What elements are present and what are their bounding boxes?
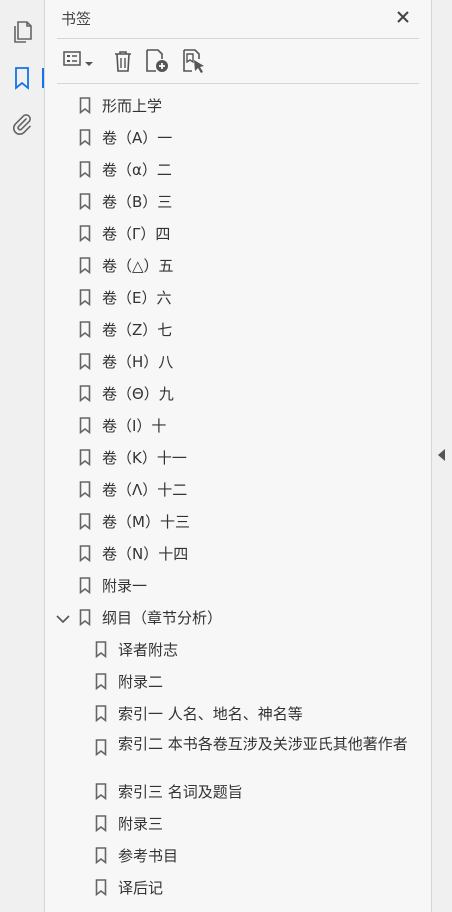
bookmark-panel-icon[interactable] [8,64,36,92]
bookmark-label: 卷（K）十一 [102,448,187,467]
bookmark-item[interactable]: 卷（A）一 [78,123,172,151]
child-bookmark-item[interactable]: 附录二 [94,667,163,695]
bookmark-label: 卷（α）二 [102,160,172,179]
bookmark-icon [94,704,108,722]
bookmark-label: 卷（N）十四 [102,544,189,563]
bookmark-tree: 形而上学卷（A）一卷（α）二卷（B）三卷（Γ）四卷（△）五卷（E）六卷（Z）七卷… [45,88,407,912]
bookmark-icon [78,320,92,338]
bookmark-icon [78,448,92,466]
divider [57,83,419,84]
bookmark-label: 索引三 名词及题旨 [118,782,243,801]
bookmark-item[interactable]: 卷（M）十三 [78,507,190,535]
active-indicator [42,68,44,88]
bookmark-label: 卷（I）十 [102,416,167,435]
child-bookmark-item[interactable]: 索引二 本书各卷互涉及关涉亚氏其他著作者 [94,733,407,777]
bookmark-icon [78,128,92,146]
bookmark-label: 卷（△）五 [102,256,174,275]
bookmark-label: 卷（B）三 [102,192,173,211]
panel-title: 书签 [61,10,92,28]
bookmark-icon [78,576,92,594]
bookmark-icon [78,544,92,562]
bookmark-item[interactable]: 卷（Λ）十二 [78,475,187,503]
bookmark-item[interactable]: 卷（K）十一 [78,443,187,471]
bookmark-label: 参考书目 [118,846,179,865]
bookmark-icon [94,814,108,832]
navigation-rail [0,0,45,912]
bookmark-label: 形而上学 [102,96,163,115]
divider [57,38,419,39]
bookmark-label: 卷（E）六 [102,288,172,307]
bookmark-label: 卷（M）十三 [102,512,190,531]
bookmarks-panel: 书签 形而上学 卷（A）一 卷（α）二 卷（B）三 卷（Γ）四 卷（△）五 卷（… [45,0,431,912]
bookmark-item[interactable]: 卷（H）八 [78,347,173,375]
bookmark-icon [94,672,108,690]
options-list-icon [63,50,85,72]
bookmark-item[interactable]: 卷（N）十四 [78,539,188,567]
bookmark-item[interactable]: 纲目（章节分析） [78,603,222,631]
bookmark-label: 卷（Z）七 [102,320,173,339]
bookmark-label: 索引二 本书各卷互涉及关涉亚氏其他著作者 [118,735,407,753]
bookmark-icon [78,160,92,178]
bookmark-item[interactable]: 卷（Z）七 [78,315,172,343]
bookmark-icon [94,738,108,756]
child-bookmark-item[interactable]: 索引三 名词及题旨 [94,777,243,805]
bookmark-icon [78,384,92,402]
bookmark-icon [94,846,108,864]
chevron-down-icon [85,52,93,71]
bookmark-label: 附录三 [118,814,164,833]
bookmark-icon [94,878,108,896]
collapse-panel-arrow-icon[interactable] [436,447,448,463]
panel-header: 书签 [45,0,431,38]
bookmark-icon [78,416,92,434]
bookmark-icon [78,192,92,210]
bookmark-item[interactable]: 卷（E）六 [78,283,171,311]
bookmark-label: 译后记 [118,878,164,897]
close-icon[interactable] [393,7,413,27]
bookmark-item[interactable]: 卷（B）三 [78,187,172,215]
bookmark-item[interactable]: 卷（Θ）九 [78,379,174,407]
pages-icon[interactable] [8,18,36,46]
collapse-chevron-icon[interactable] [55,611,71,627]
new-bookmark-icon[interactable] [144,48,170,74]
bookmark-icon [78,256,92,274]
bookmark-icon [78,512,92,530]
bookmark-item[interactable]: 形而上学 [78,91,162,119]
bookmark-label: 卷（Γ）四 [102,224,171,243]
bookmark-label: 卷（Λ）十二 [102,480,188,499]
panel-collapse-strip [431,0,452,912]
bookmark-label: 索引一 人名、地名、神名等 [118,704,303,723]
child-bookmark-item[interactable]: 索引一 人名、地名、神名等 [94,699,303,727]
bookmark-item[interactable]: 卷（I）十 [78,411,166,439]
child-bookmark-item[interactable]: 附录三 [94,809,163,837]
bookmark-item[interactable]: 卷（△）五 [78,251,174,279]
delete-icon[interactable] [111,48,135,74]
bookmark-label: 译者附志 [118,640,179,659]
bookmark-from-selection-icon[interactable] [181,48,207,74]
bookmark-icon [78,480,92,498]
bookmark-icon [78,224,92,242]
bookmark-icon [78,288,92,306]
bookmark-label: 附录二 [118,672,164,691]
options-list-button[interactable] [59,48,97,74]
bookmark-item[interactable]: 附录一 [78,571,147,599]
bookmark-icon [78,608,92,626]
bookmark-icon [78,352,92,370]
bookmark-toolbar [45,40,431,82]
child-bookmark-item[interactable]: 参考书目 [94,841,178,869]
attachment-icon[interactable] [8,110,36,138]
bookmark-icon [78,96,92,114]
bookmark-label: 纲目（章节分析） [102,608,223,627]
child-bookmark-item[interactable]: 译者附志 [94,635,178,663]
bookmark-label: 卷（H）八 [102,352,174,371]
child-bookmark-item[interactable]: 译后记 [94,873,163,901]
bookmark-label: 卷（Θ）九 [102,384,174,403]
bookmark-item[interactable]: 卷（α）二 [78,155,172,183]
bookmark-label: 附录一 [102,576,148,595]
bookmark-label: 卷（A）一 [102,128,173,147]
bookmark-item[interactable]: 卷（Γ）四 [78,219,170,247]
bookmark-icon [94,782,108,800]
bookmark-icon [94,640,108,658]
